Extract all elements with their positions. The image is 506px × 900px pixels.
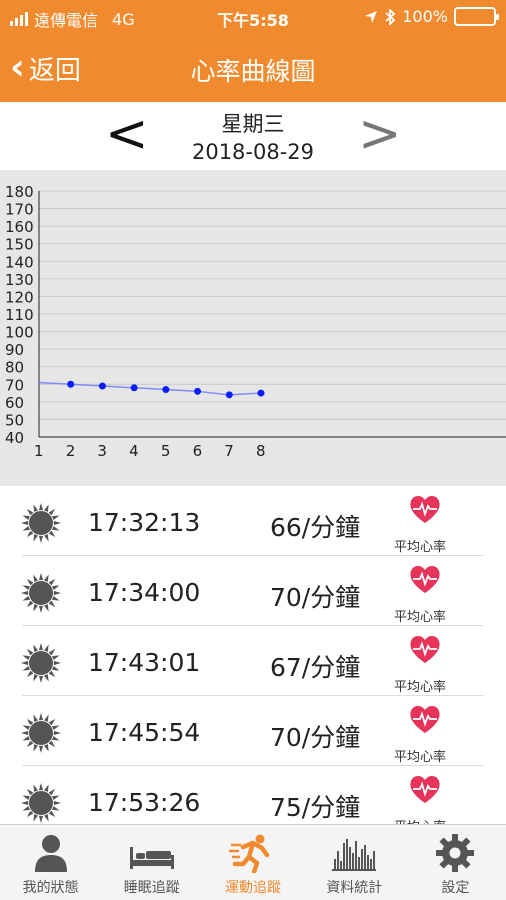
location-arrow-icon	[365, 10, 378, 23]
y-tick-label: 130	[5, 271, 34, 289]
x-tick-label: 2	[66, 442, 76, 460]
heart-rate-icon	[410, 705, 440, 733]
tab-label: 我的狀態	[22, 880, 79, 896]
heart-rate-icon	[410, 775, 440, 803]
tab-label: 資料統計	[326, 880, 383, 896]
y-tick-label: 50	[5, 411, 24, 429]
top-bar: 遠傳電信 4G 下午5:58 100% ‹ 返回 心率曲線圖	[0, 0, 506, 102]
x-tick-label: 7	[224, 442, 234, 460]
weekday-label: 星期三	[221, 112, 285, 136]
data-point	[257, 389, 265, 397]
sun-icon	[21, 503, 61, 543]
heart-rate-icon	[410, 635, 440, 663]
x-tick-label: 3	[97, 442, 107, 460]
tab-label: 運動追蹤	[225, 880, 281, 896]
date-label: 2018-08-29	[191, 140, 315, 164]
record-time: 17:32:13	[88, 508, 201, 537]
list-item[interactable]: 17:43:01 67/分鐘 平均心率	[21, 626, 484, 696]
data-point	[98, 382, 106, 390]
gear-icon	[431, 833, 479, 873]
record-time: 17:34:00	[88, 578, 201, 607]
data-point	[130, 384, 138, 392]
status-bar: 遠傳電信 4G 下午5:58 100%	[0, 7, 506, 30]
record-label: 平均心率	[394, 540, 447, 555]
record-rate: 66/分鐘	[270, 513, 361, 542]
sun-icon	[21, 573, 61, 613]
tab-gear[interactable]: 設定	[405, 825, 506, 900]
record-label: 平均心率	[394, 680, 447, 695]
record-label: 平均心率	[394, 816, 446, 824]
bed-icon	[128, 833, 176, 873]
y-tick-label: 90	[5, 341, 24, 359]
record-label: 平均心率	[394, 610, 447, 625]
tab-bed[interactable]: 睡眠追蹤	[101, 825, 202, 900]
record-rate: 70/分鐘	[270, 583, 361, 612]
battery-icon	[454, 7, 499, 26]
list-item[interactable]: 17:53:26 75/分鐘 平均心率	[21, 766, 484, 824]
tab-person[interactable]: 我的狀態	[0, 825, 101, 900]
y-tick-label: 80	[5, 359, 24, 377]
sun-icon	[21, 713, 61, 753]
x-tick-label: 1	[34, 442, 44, 460]
y-tick-label: 40	[5, 429, 24, 447]
y-tick-label: 170	[5, 201, 34, 219]
tab-runner[interactable]: 運動追蹤	[202, 825, 303, 900]
tab-bar-stats[interactable]: 資料統計	[304, 825, 405, 900]
x-tick-label: 5	[161, 442, 171, 460]
x-tick-label: 6	[193, 442, 203, 460]
y-tick-label: 180	[5, 183, 34, 201]
record-time: 17:53:26	[88, 788, 201, 817]
y-tick-label: 140	[5, 253, 34, 271]
bluetooth-icon	[385, 8, 396, 25]
next-day-button[interactable]: >	[358, 106, 402, 162]
y-tick-label: 70	[5, 376, 24, 394]
data-point	[225, 391, 233, 399]
battery-percent: 100%	[402, 7, 448, 26]
record-time: 17:45:54	[88, 718, 201, 747]
record-rate: 75/分鐘	[270, 793, 361, 822]
page-title: 心率曲線圖	[190, 57, 316, 86]
list-item[interactable]: 17:45:54 70/分鐘 平均心率	[21, 696, 484, 766]
heart-rate-chart: 40 50 60 70 80 90 100 110 120 130 140 150 160 170 180 1…	[0, 170, 506, 486]
heart-rate-list[interactable]: 17:32:13 66/分鐘 平均心率 17:34:00 70/分鐘 平均心率 17:4…	[0, 486, 506, 824]
heart-rate-icon	[410, 495, 440, 523]
record-rate: 70/分鐘	[270, 723, 361, 752]
y-tick-label: 150	[5, 236, 34, 254]
record-rate: 67/分鐘	[270, 653, 361, 682]
list-item[interactable]: 17:34:00 70/分鐘 平均心率	[21, 556, 484, 626]
data-point	[162, 386, 170, 394]
y-tick-label: 60	[5, 394, 24, 412]
data-point	[67, 380, 75, 388]
x-tick-label: 8	[256, 442, 266, 460]
status-right: 100%	[364, 7, 499, 26]
sun-icon	[21, 643, 61, 683]
x-tick-label: 4	[129, 442, 139, 460]
person-icon	[27, 833, 75, 873]
record-label: 平均心率	[394, 750, 447, 765]
record-time: 17:43:01	[88, 648, 201, 677]
date-navigator: < 星期三 2018-08-29 >	[0, 102, 506, 170]
tab-label: 睡眠追蹤	[123, 880, 180, 896]
y-tick-label: 100	[5, 324, 34, 342]
app: 遠傳電信 4G 下午5:58 100% ‹ 返回 心率曲線圖 < 星期三 201…	[0, 0, 506, 900]
list-item[interactable]: 17:32:13 66/分鐘 平均心率	[21, 486, 484, 556]
y-tick-label: 110	[5, 306, 34, 324]
tab-bar: 我的狀態 睡眠追蹤 運動追蹤 資料統計 設定	[0, 824, 506, 900]
y-tick-label: 160	[5, 218, 34, 236]
tab-label: 設定	[441, 880, 470, 896]
y-tick-label: 120	[5, 288, 34, 306]
chart-svg: 405060708090100110120130140150160170180 1…	[5, 183, 506, 460]
heart-rate-icon	[410, 565, 440, 593]
runner-icon	[229, 833, 277, 875]
bar-stats-icon	[330, 833, 378, 873]
data-point	[194, 387, 202, 395]
sun-icon	[21, 783, 61, 823]
